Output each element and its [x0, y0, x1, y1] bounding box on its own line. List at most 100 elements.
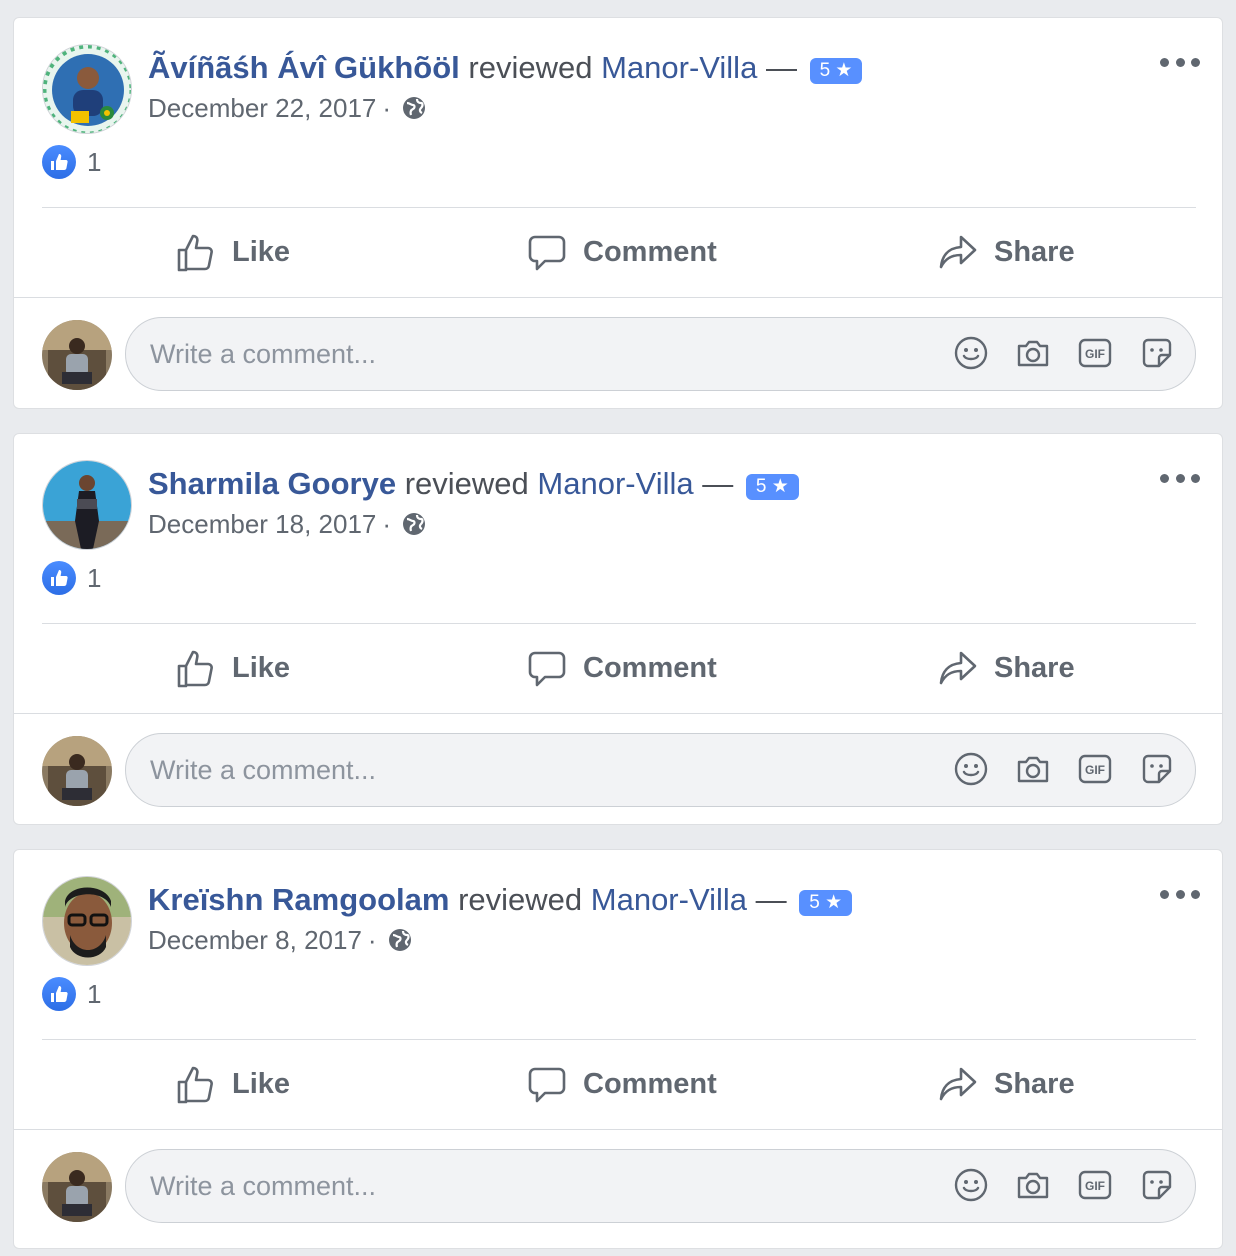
reactions-summary[interactable]: 1: [42, 145, 101, 179]
author-avatar[interactable]: [42, 460, 132, 550]
separator: ·: [367, 925, 377, 955]
emoji-icon[interactable]: [953, 751, 989, 787]
comment-input[interactable]: [150, 1166, 910, 1206]
sticker-icon[interactable]: [1139, 1167, 1175, 1203]
rating-badge: 5 ★: [799, 890, 853, 916]
emoji-icon[interactable]: [953, 1167, 989, 1203]
like-button[interactable]: Like: [176, 1040, 290, 1129]
reactions-summary[interactable]: 1: [42, 977, 101, 1011]
comment-bubble-icon: [528, 235, 566, 270]
camera-icon[interactable]: [1015, 751, 1051, 787]
reaction-count: 1: [87, 978, 102, 1009]
globe-icon: [388, 929, 411, 951]
review-date[interactable]: December 18, 2017: [148, 509, 376, 539]
share-label: Share: [994, 236, 1075, 268]
share-button[interactable]: Share: [938, 624, 1075, 713]
share-label: Share: [994, 652, 1075, 684]
comment-composer: GIF: [14, 297, 1222, 410]
thumbs-up-icon: [177, 1066, 213, 1103]
author-avatar[interactable]: [42, 44, 132, 134]
like-label: Like: [232, 1068, 291, 1100]
thumbs-up-icon: [177, 650, 213, 687]
comment-label: Comment: [583, 652, 717, 684]
current-user-avatar[interactable]: [42, 736, 112, 806]
share-button[interactable]: Share: [938, 1040, 1075, 1129]
sticker-icon[interactable]: [1139, 751, 1175, 787]
review-card: Ãvíñãśh Ávî Gükhõöl reviewed Manor-Villa…: [13, 17, 1223, 409]
comment-button[interactable]: Comment: [527, 624, 717, 713]
comment-bubble-icon: [528, 1067, 566, 1102]
author-name[interactable]: Ãvíñãśh Ávî Gükhõöl: [148, 50, 460, 85]
reactions-summary[interactable]: 1: [42, 561, 101, 595]
comment-input[interactable]: [150, 334, 910, 374]
share-button[interactable]: Share: [938, 208, 1075, 297]
comment-input[interactable]: [150, 750, 910, 790]
author-avatar[interactable]: [42, 876, 132, 966]
like-label: Like: [232, 652, 291, 684]
comment-button[interactable]: Comment: [527, 208, 717, 297]
rating-badge: 5 ★: [809, 58, 863, 84]
thumbs-up-icon: [177, 234, 213, 271]
svg-text:GIF: GIF: [1085, 763, 1105, 777]
current-user-avatar[interactable]: [42, 320, 112, 390]
separator: ·: [382, 93, 392, 123]
camera-icon[interactable]: [1015, 335, 1051, 371]
share-arrow-icon: [939, 235, 977, 268]
comment-bubble-icon: [528, 651, 566, 686]
gif-icon[interactable]: GIF: [1077, 335, 1113, 371]
action-bar: Like Comment Share: [42, 208, 1196, 297]
comment-composer: GIF: [14, 1129, 1222, 1242]
svg-text:GIF: GIF: [1085, 1179, 1105, 1193]
page-link[interactable]: Manor-Villa: [537, 466, 693, 501]
like-button[interactable]: Like: [176, 624, 290, 713]
like-button[interactable]: Like: [176, 208, 290, 297]
comment-label: Comment: [583, 236, 717, 268]
reaction-count: 1: [87, 146, 102, 177]
emoji-icon[interactable]: [953, 335, 989, 371]
review-date[interactable]: December 8, 2017: [148, 925, 362, 955]
comment-box: GIF: [125, 733, 1196, 807]
dash: —: [755, 882, 787, 917]
comment-label: Comment: [583, 1068, 717, 1100]
reaction-count: 1: [87, 562, 102, 593]
review-verb: reviewed: [458, 882, 583, 917]
author-name[interactable]: Sharmila Goorye: [148, 466, 396, 501]
gif-icon[interactable]: GIF: [1077, 751, 1113, 787]
page-link[interactable]: Manor-Villa: [601, 50, 757, 85]
like-reaction-icon: [42, 145, 76, 179]
like-reaction-icon: [42, 561, 76, 595]
action-bar: Like Comment Share: [42, 1040, 1196, 1129]
dash: —: [702, 466, 734, 501]
review-card: Sharmila Goorye reviewed Manor-Villa — 5…: [13, 433, 1223, 825]
sticker-icon[interactable]: [1139, 335, 1175, 371]
comment-box: GIF: [125, 317, 1196, 391]
date-line: December 8, 2017 ·: [148, 923, 413, 957]
separator: ·: [382, 509, 392, 539]
camera-icon[interactable]: [1015, 1167, 1051, 1203]
author-name[interactable]: Kreïshn Ramgoolam: [148, 882, 449, 917]
gif-icon[interactable]: GIF: [1077, 1167, 1113, 1203]
comment-composer: GIF: [14, 713, 1222, 826]
more-options-button[interactable]: [1160, 466, 1200, 490]
rating-badge: 5 ★: [745, 474, 799, 500]
page-link[interactable]: Manor-Villa: [591, 882, 747, 917]
review-verb: reviewed: [468, 50, 593, 85]
review-header: Ãvíñãśh Ávî Gükhõöl reviewed Manor-Villa…: [148, 48, 863, 88]
review-verb: reviewed: [404, 466, 529, 501]
share-label: Share: [994, 1068, 1075, 1100]
current-user-avatar[interactable]: [42, 1152, 112, 1222]
more-options-button[interactable]: [1160, 50, 1200, 74]
svg-text:GIF: GIF: [1085, 347, 1105, 361]
review-date[interactable]: December 22, 2017: [148, 93, 376, 123]
share-arrow-icon: [939, 1067, 977, 1100]
like-reaction-icon: [42, 977, 76, 1011]
review-card: Kreïshn Ramgoolam reviewed Manor-Villa —…: [13, 849, 1223, 1249]
globe-icon: [403, 513, 426, 535]
like-label: Like: [232, 236, 291, 268]
comment-box: GIF: [125, 1149, 1196, 1223]
review-header: Sharmila Goorye reviewed Manor-Villa — 5…: [148, 464, 799, 504]
more-options-button[interactable]: [1160, 882, 1200, 906]
comment-button[interactable]: Comment: [527, 1040, 717, 1129]
action-bar: Like Comment Share: [42, 624, 1196, 713]
review-header: Kreïshn Ramgoolam reviewed Manor-Villa —…: [148, 880, 853, 920]
